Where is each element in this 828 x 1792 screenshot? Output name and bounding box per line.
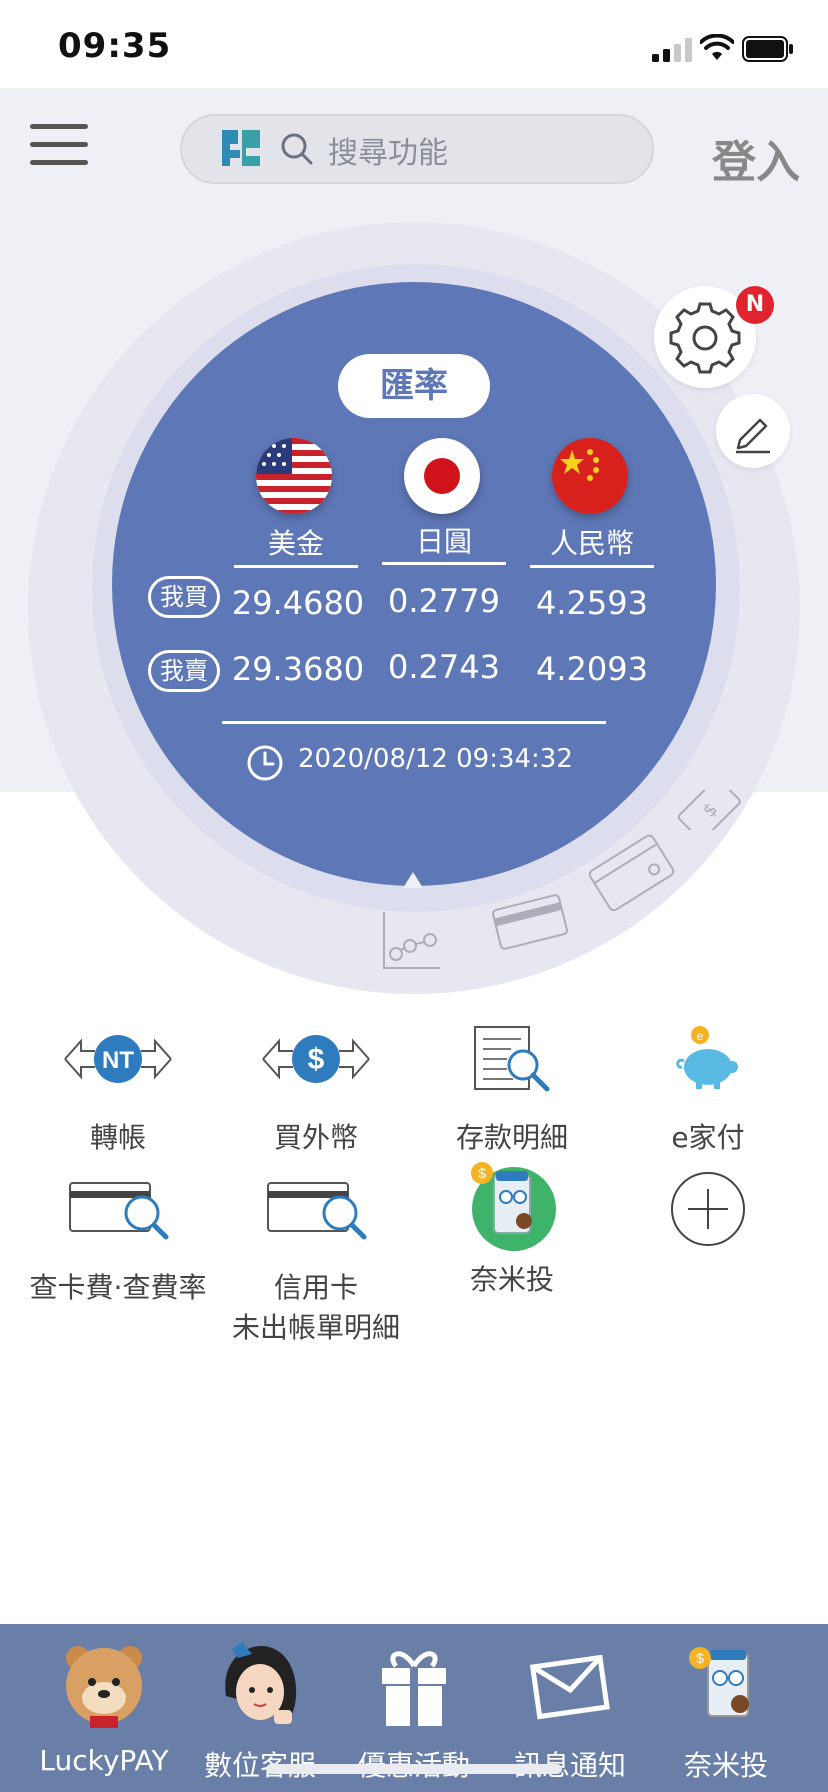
currency-label-jpy: 日圓	[415, 525, 472, 558]
pencil-icon	[736, 418, 770, 454]
cny-flag-icon	[552, 438, 628, 514]
fubon-logo-icon	[222, 130, 260, 166]
function-add[interactable]	[610, 1168, 806, 1250]
document-search-icon	[474, 1026, 550, 1092]
sell-label: 我賣	[148, 650, 220, 692]
jpy-flag-icon	[404, 438, 480, 514]
function-label-line: 未出帳單明細	[231, 1311, 400, 1344]
function-label: 信用卡 未出帳單明細	[218, 1268, 414, 1348]
nano-invest-icon: $	[471, 1162, 556, 1251]
function-label: 查卡費·查費率	[29, 1271, 207, 1304]
function-transfer[interactable]: NT 轉帳	[20, 1018, 216, 1158]
cellular-signal-icon	[652, 38, 692, 62]
svg-text:$: $	[696, 1650, 704, 1666]
function-e-family-pay[interactable]: e e家付	[610, 1018, 806, 1158]
divider	[222, 721, 606, 724]
add-icon	[671, 1172, 745, 1246]
function-label: e家付	[671, 1121, 745, 1154]
function-buy-foreign-currency[interactable]: $ 買外幣	[218, 1018, 414, 1158]
hamburger-menu-icon[interactable]	[30, 124, 88, 172]
nano-invest-icon: $	[689, 1647, 749, 1717]
chart-icon[interactable]	[380, 910, 442, 972]
currency-label-usd: 美金	[267, 527, 324, 560]
function-nano-invest[interactable]: $ 奈米投	[414, 1160, 610, 1300]
buy-label: 我買	[148, 576, 220, 618]
search-icon	[281, 133, 313, 165]
usd-flag-icon	[256, 438, 332, 514]
function-label: 奈米投	[469, 1263, 554, 1296]
status-time: 09:35	[58, 26, 172, 66]
card-search-icon	[69, 1182, 169, 1240]
money-icon[interactable]: $	[672, 790, 748, 830]
piggy-bank-icon: e	[676, 1026, 738, 1089]
login-button[interactable]: 登入	[712, 126, 800, 190]
svg-text:$: $	[478, 1165, 486, 1181]
edit-button[interactable]	[716, 394, 790, 468]
search-input[interactable]: 搜尋功能	[328, 128, 448, 172]
svg-text:$: $	[699, 799, 722, 822]
nav-notifications[interactable]: 訊息通知	[492, 1636, 648, 1784]
function-credit-card-unbilled[interactable]: 信用卡 未出帳單明細	[218, 1168, 414, 1348]
nav-promotions[interactable]: 優惠活動	[336, 1636, 492, 1784]
function-label: 存款明細	[455, 1121, 568, 1154]
exchange-rate-title: 匯率	[338, 354, 490, 418]
cny-buy-rate: 4.2593	[536, 584, 648, 622]
divider	[530, 565, 654, 568]
nt-transfer-icon: NT	[64, 1035, 172, 1083]
notification-badge: N	[736, 286, 774, 324]
service-agent-icon	[225, 1642, 297, 1724]
function-label: 買外幣	[273, 1121, 358, 1154]
svg-text:$: $	[308, 1043, 325, 1076]
function-deposit-details[interactable]: 存款明細	[414, 1018, 610, 1158]
function-label-line: 信用卡	[273, 1271, 358, 1304]
svg-text:e: e	[697, 1029, 704, 1043]
jpy-sell-rate: 0.2743	[388, 648, 500, 686]
svg-text:NT: NT	[102, 1047, 134, 1074]
card-search-icon	[267, 1182, 367, 1240]
bear-mascot-icon	[66, 1646, 142, 1728]
carousel-pointer-icon	[403, 872, 423, 888]
function-card-fee-query[interactable]: 查卡費·查費率	[20, 1168, 216, 1308]
currency-label-cny: 人民幣	[549, 527, 634, 560]
wifi-icon	[700, 34, 734, 60]
usd-sell-rate: 29.3680	[231, 650, 365, 688]
function-label: 轉帳	[89, 1121, 146, 1154]
nav-label: 奈米投	[683, 1749, 768, 1782]
nav-digital-service[interactable]: 數位客服	[182, 1636, 338, 1784]
dollar-exchange-icon: $	[262, 1035, 370, 1083]
jpy-buy-rate: 0.2779	[388, 582, 500, 620]
usd-buy-rate: 29.4680	[231, 584, 365, 622]
nav-nano-invest[interactable]: $ 奈米投	[648, 1636, 804, 1784]
divider	[382, 562, 506, 565]
cny-sell-rate: 4.2093	[536, 650, 648, 688]
nav-label: LuckyPAY	[39, 1744, 169, 1777]
gift-icon	[382, 1651, 446, 1726]
credit-card-icon[interactable]	[586, 832, 676, 912]
battery-icon	[742, 36, 793, 62]
home-indicator[interactable]	[266, 1764, 562, 1774]
clock-icon	[247, 745, 283, 781]
mail-icon	[529, 1654, 610, 1720]
rate-timestamp: 2020/08/12 09:34:32	[298, 744, 573, 774]
card-icon[interactable]	[490, 892, 570, 952]
nav-luckypay[interactable]: LuckyPAY	[26, 1636, 182, 1777]
divider	[234, 565, 358, 568]
